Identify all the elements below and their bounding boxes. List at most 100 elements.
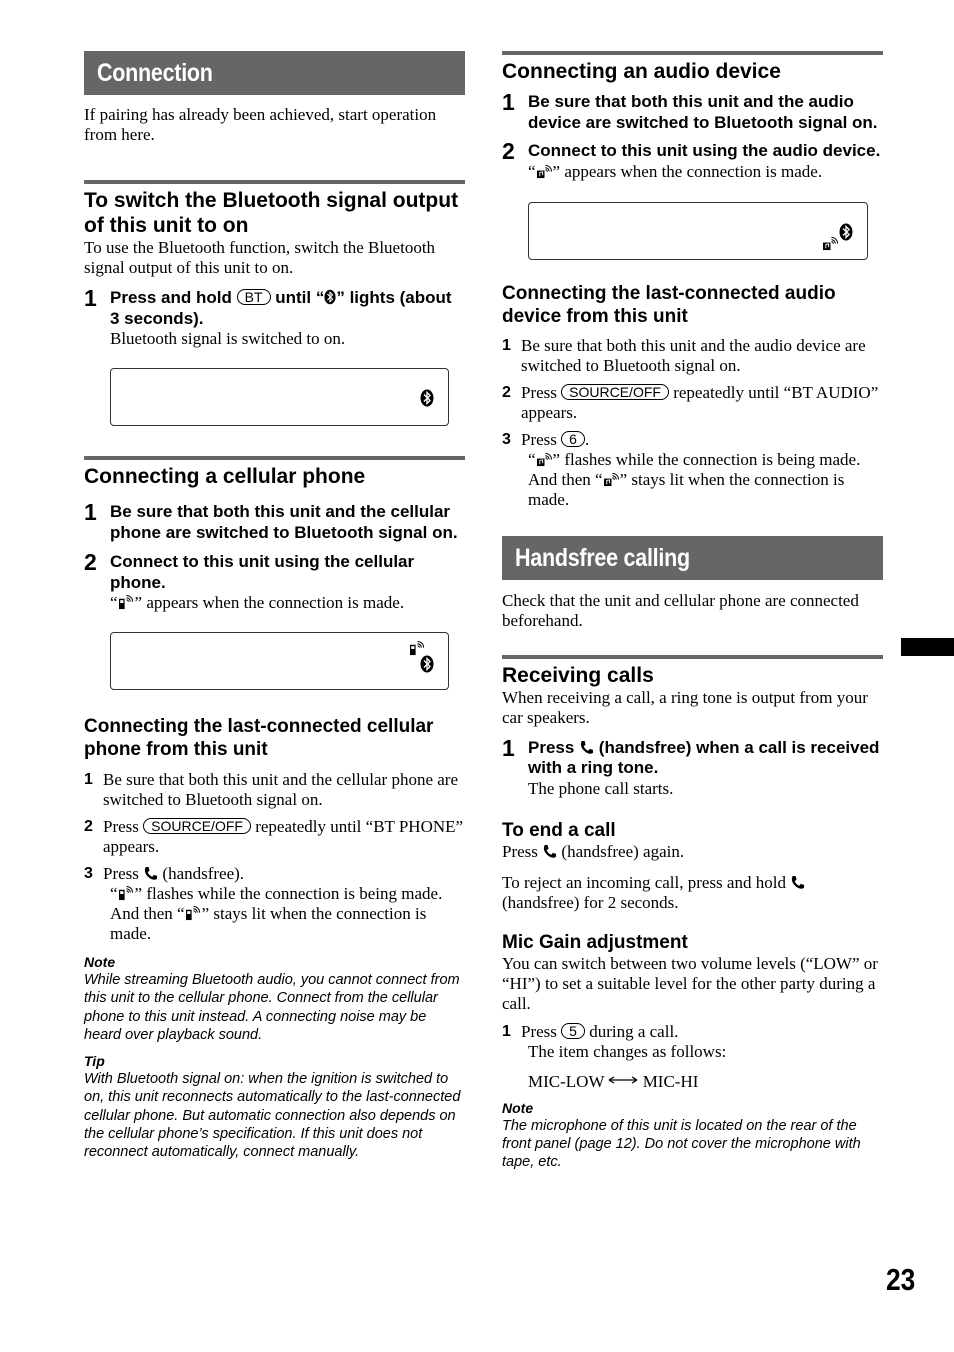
step-number: 2 [84,549,97,575]
mic-cycle: MIC-LOW MIC-HI [521,1072,883,1092]
heading-end-call: To end a call [502,819,616,841]
note-label: Note [84,954,116,970]
quote-open: “ [110,884,118,903]
step-text: Be sure that both this unit and the audi… [521,335,866,375]
heading-last-audio: Connecting the last-connected audio devi… [502,282,836,327]
step-number: 1 [502,734,515,761]
note-label: Note [502,1099,534,1116]
receiving-body: When receiving a call, a ring tone is ou… [502,687,868,727]
step-text-pre: Press [521,429,557,449]
cell-step-1: 1 Be sure that both this unit and the ce… [84,499,465,543]
display-phone-connected [110,632,449,690]
phone-connected-icon [118,595,135,610]
bluetooth-icon [324,289,336,305]
heading-bt-switch: To switch the Bluetooth signal output of… [84,189,459,237]
step-text: Press and hold BT until “” lights (about… [110,288,465,329]
step-text: Be sure that both this unit and the audi… [528,92,878,132]
edge-index-tab [901,638,954,656]
step-text: Press 5 during a call. [521,1022,883,1042]
audio-connected-icon [822,236,839,251]
text-post: (handsfree) for 2 seconds. [502,892,679,912]
audio-connected-icon [536,164,553,179]
step-text: Press (handsfree). [103,864,465,884]
bluetooth-icon [420,389,434,407]
banner-title: Handsfree calling [515,543,690,572]
handsfree-icon [143,866,158,881]
left-column: Connection If pairing has already been a… [84,51,465,1162]
step-desc: “” flashes while the connection is being… [103,884,465,944]
step-number: 3 [84,865,93,882]
step-text-pre: Press and hold [110,288,232,307]
audio-step-2: 2 Connect to this unit using the audio d… [502,138,883,182]
bluetooth-icon [839,223,853,241]
step-text-post: . [584,429,590,449]
desc-text: ” appears when the connection is made. [134,593,405,612]
right-column: Connecting an audio device 1 Be sure tha… [502,51,883,1171]
bt-switch-body: To use the Bluetooth function, switch th… [84,238,436,277]
last-cell-step-1: 1 Be sure that both this unit and the ce… [84,770,465,810]
step-desc: “” flashes while the connection is being… [521,450,883,510]
step-text: Press 6. [521,430,883,450]
step-text: Connect to this unit using the audio dev… [528,141,881,160]
section-rule [502,51,883,55]
phone-connected-icon [185,906,202,921]
step-text: Connect to this unit using the cellular … [110,552,415,592]
step-text-mid: until “ [275,288,325,307]
section-rule [502,654,883,659]
heading-cellular: Connecting a cellular phone [84,465,366,488]
heading-mic-gain: Mic Gain adjustment [502,931,688,953]
end-call-line-1: Press (handsfree) again. [502,842,883,862]
source-off-key: SOURCE/OFF [143,818,251,834]
mic-note-block: Note The microphone of this unit is loca… [502,1099,883,1172]
intro-text: If pairing has already been achieved, st… [84,105,437,144]
step-text: Press SOURCE/OFF repeatedly until “BT PH… [103,817,465,857]
last-audio-step-1: 1 Be sure that both this unit and the au… [502,336,883,376]
step-text-pre: Press [528,737,575,757]
step-desc: Bluetooth signal is switched to on. [110,329,346,348]
step-text: Press SOURCE/OFF repeatedly until “BT AU… [521,383,883,423]
step-number: 3 [502,430,511,448]
step-number: 2 [84,818,93,835]
handsfree-icon [579,740,594,755]
step-number: 1 [84,285,97,311]
note-text: The microphone of this unit is located o… [502,1117,861,1171]
audio-connected-icon [603,472,620,487]
handsfree-icon [790,875,805,890]
step-text-pre: Press [521,382,557,402]
last-audio-step-3: 3 Press 6. “” flashes while the connecti… [502,430,883,510]
display-audio-connected [528,201,868,260]
banner-title: Connection [97,59,213,87]
handsfree-intro: Check that the unit and cellular phone a… [502,590,859,630]
step-text-pre: Press [103,864,139,883]
desc-text: ” appears when the connection is made. [552,161,823,181]
step-number: 1 [502,1022,511,1040]
heading-receiving: Receiving calls [502,663,654,687]
step-text: Be sure that both this unit and the cell… [110,502,458,542]
section-banner-handsfree: Handsfree calling [502,535,883,580]
handsfree-icon [542,844,557,859]
tip-block: Tip With Bluetooth signal on: when the i… [84,1052,465,1161]
double-arrow-icon [609,1075,638,1084]
step-text: Press (handsfree) when a call is receive… [528,738,883,779]
source-off-key: SOURCE/OFF [561,383,669,400]
last-cell-step-3: 3 Press (handsfree). “” flashes while th… [84,864,465,944]
quote-open: “ [528,161,536,181]
heading-audio: Connecting an audio device [502,60,781,83]
section-rule [84,180,465,184]
note-text: While streaming Bluetooth audio, you can… [84,972,460,1043]
quote-open: “ [110,593,118,612]
text-pre: To reject an incoming call, press and ho… [502,872,786,892]
phone-connected-icon [409,641,426,656]
step-text-post: during a call. [589,1021,679,1041]
step-number: 1 [84,771,93,788]
bluetooth-icon [420,655,434,673]
display-bt-on [110,368,449,426]
last-cell-step-2: 2 Press SOURCE/OFF repeatedly until “BT … [84,817,465,857]
tip-label: Tip [84,1053,105,1070]
step-number: 2 [502,138,515,164]
section-banner-connection: Connection [84,51,465,95]
mic-hi-label: MIC-HI [642,1071,699,1091]
step-desc: The item changes as follows: [528,1041,727,1061]
bt-key: BT [236,289,271,305]
note-block: Note While streaming Bluetooth audio, yo… [84,953,465,1044]
